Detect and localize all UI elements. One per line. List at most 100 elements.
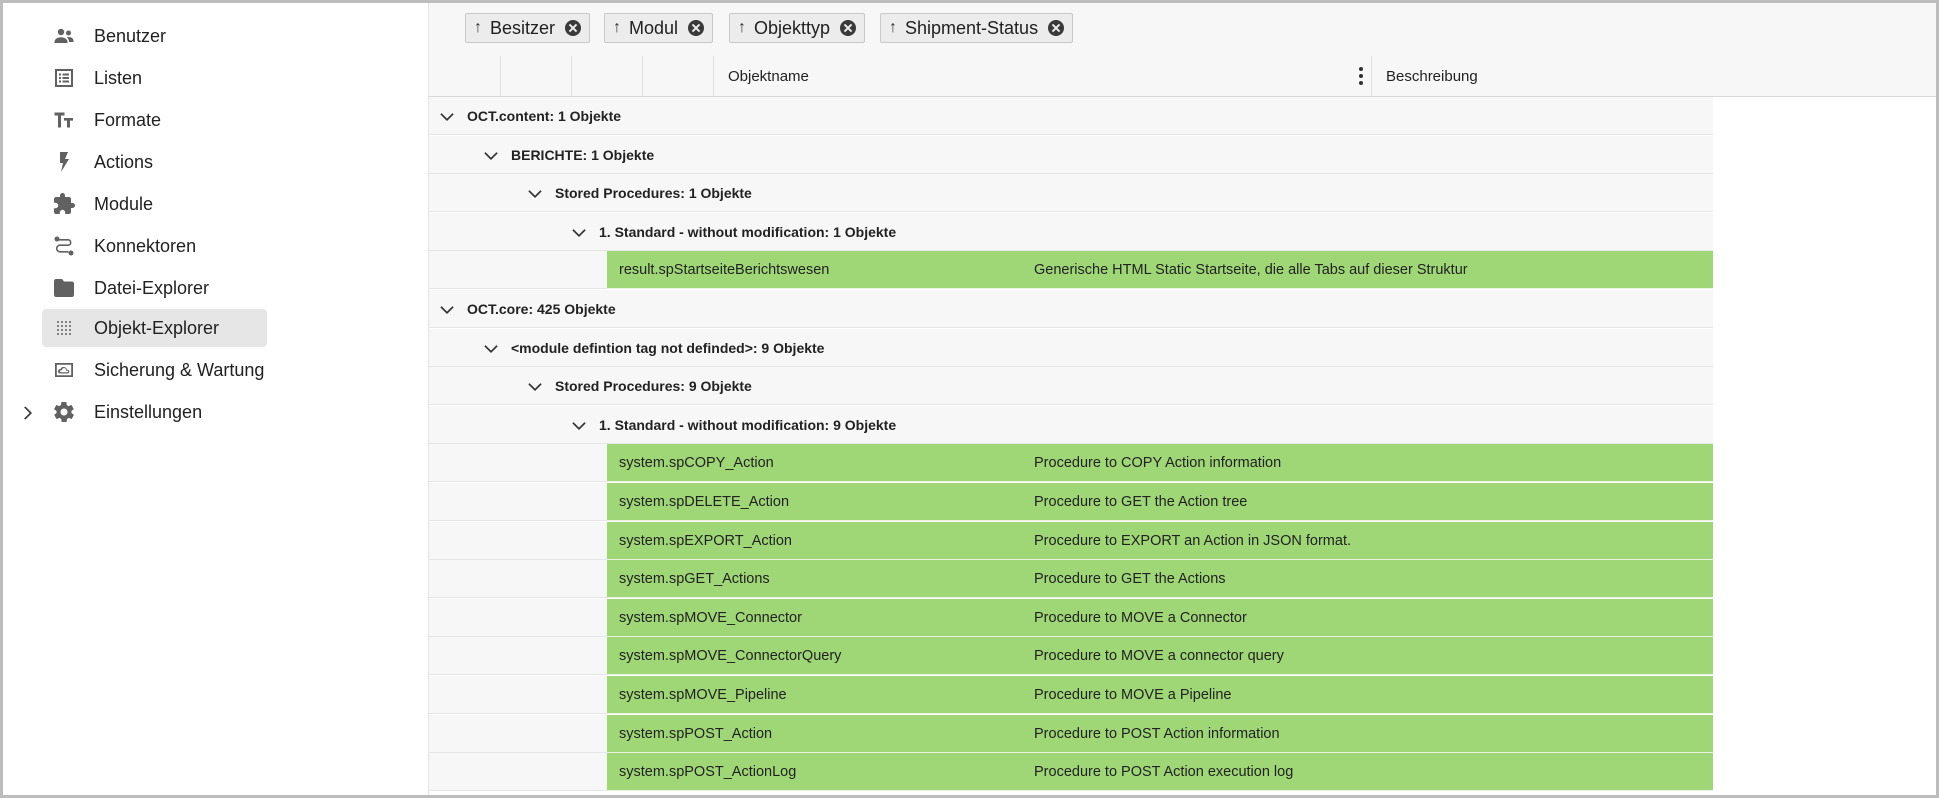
sidebar-item-listen[interactable]: Listen — [42, 59, 267, 97]
cell-beschreibung: Procedure to GET the Actions — [1034, 571, 1226, 588]
cell-objektname: system.spEXPORT_Action — [619, 532, 792, 549]
table-row[interactable]: system.spPOST_ActionLog Procedure to POST… — [429, 753, 1713, 792]
sidebar-item-label: Listen — [94, 67, 143, 88]
sidebar-item-datei-explorer[interactable]: Datei-Explorer — [42, 269, 267, 307]
group-row[interactable]: OCT.core: 425 Objekte — [429, 290, 1713, 328]
group-by-chip-bar: ↑ Besitzer ↑ Modul ↑ Objekttyp ↑ Shipmen… — [429, 3, 1936, 57]
grid-header: Objektname Beschreibung — [429, 56, 1936, 97]
cell-beschreibung: Procedure to EXPORT an Action in JSON fo… — [1034, 532, 1351, 549]
cell-objektname: system.spDELETE_Action — [619, 494, 790, 510]
table-row[interactable]: system.spGET_Actions Procedure to GET the… — [429, 560, 1713, 599]
object-explorer-panel: ↑ Besitzer ↑ Modul ↑ Objekttyp ↑ Shipmen… — [429, 3, 1936, 795]
bolt-icon — [52, 150, 76, 174]
cell-beschreibung: Procedure to MOVE a connector query — [1034, 648, 1284, 665]
sidebar-item-label: Datei-Explorer — [94, 277, 210, 298]
arrow-up-icon: ↑ — [889, 19, 897, 36]
table-row[interactable]: system.spPOST_Action Procedure to POST Ac… — [429, 714, 1713, 753]
chip-besitzer[interactable]: ↑ Besitzer — [465, 13, 591, 43]
cell-beschreibung: Procedure to MOVE a Connector — [1034, 609, 1247, 626]
chip-label: Shipment-Status — [905, 17, 1039, 38]
gear-icon — [52, 400, 76, 424]
cell-objektname: system.spPOST_Action — [619, 725, 773, 742]
chevron-down-icon[interactable] — [481, 145, 501, 165]
chevron-down-icon[interactable] — [481, 338, 501, 358]
table-row[interactable]: system.spEXPORT_Action Procedure to EXPOR… — [429, 521, 1713, 560]
sidebar-item-label: Sicherung & Wartung — [94, 359, 265, 380]
table-row[interactable]: system.spCOPY_Action Procedure to COPY Ac… — [429, 444, 1713, 483]
header-cell-group-2[interactable] — [501, 56, 572, 96]
group-row[interactable]: OCT.content: 1 Objekte — [429, 97, 1713, 135]
group-row[interactable]: Stored Procedures: 9 Objekte — [429, 367, 1713, 406]
sidebar-item-einstellungen[interactable]: Einstellungen — [42, 393, 267, 431]
chevron-down-icon[interactable] — [569, 222, 589, 242]
close-icon[interactable] — [1048, 20, 1065, 36]
group-row[interactable]: 1. Standard - without modification: 9 Ob… — [429, 405, 1713, 444]
group-row-label: Stored Procedures: 9 Objekte — [555, 378, 752, 395]
sidebar-item-module[interactable]: Module — [42, 185, 267, 223]
table-row[interactable]: result.spStartseiteBerichtswesen Generisc… — [429, 251, 1713, 290]
sidebar-item-label: Module — [94, 193, 154, 214]
group-row-label: <module defintion tag not definded>: 9 O… — [511, 339, 825, 356]
group-row[interactable]: BERICHTE: 1 Objekte — [429, 135, 1713, 174]
header-label: Objektname — [728, 67, 809, 85]
header-cell-group-3[interactable] — [572, 56, 643, 96]
chip-objekttyp[interactable]: ↑ Objekttyp — [729, 13, 866, 43]
sidebar: Benutzer Listen Formate Actions Module K… — [3, 3, 429, 795]
backup-icon — [52, 358, 76, 382]
cell-beschreibung: Procedure to POST Action information — [1034, 725, 1280, 742]
expand-chevron-icon[interactable] — [17, 403, 37, 423]
chevron-down-icon[interactable] — [569, 415, 589, 435]
text-format-icon — [52, 108, 76, 132]
sidebar-item-sicherung-wartung[interactable]: Sicherung & Wartung — [42, 351, 267, 389]
sidebar-item-label: Benutzer — [94, 25, 167, 46]
arrow-up-icon: ↑ — [474, 19, 482, 36]
sidebar-item-konnektoren[interactable]: Konnektoren — [42, 227, 267, 265]
chip-modul[interactable]: ↑ Modul — [604, 13, 714, 43]
list-icon — [52, 66, 76, 90]
grid-dots-icon — [52, 316, 76, 340]
group-row[interactable]: Stored Procedures: 1 Objekte — [429, 174, 1713, 213]
cell-objektname: result.spStartseiteBerichtswesen — [619, 262, 830, 279]
chevron-down-icon[interactable] — [525, 376, 545, 396]
sidebar-item-label: Einstellungen — [94, 401, 203, 422]
table-row[interactable]: system.spMOVE_ConnectorQuery Procedure to… — [429, 637, 1713, 676]
group-row[interactable]: 1. Standard - without modification: 1 Ob… — [429, 212, 1713, 251]
sidebar-item-actions[interactable]: Actions — [42, 143, 267, 181]
close-icon[interactable] — [688, 20, 705, 36]
chip-label: Objekttyp — [754, 17, 831, 38]
cell-objektname: system.spMOVE_Connector — [619, 609, 802, 626]
group-row-label: OCT.core: 425 Objekte — [467, 301, 616, 317]
close-icon[interactable] — [840, 20, 857, 36]
sidebar-item-label: Formate — [94, 109, 162, 130]
sidebar-item-label: Konnektoren — [94, 235, 197, 256]
column-menu-icon[interactable] — [1359, 67, 1363, 85]
header-cell-group-1[interactable] — [429, 56, 501, 96]
cell-beschreibung: Procedure to GET the Action tree — [1034, 494, 1248, 510]
table-row[interactable]: system.spMOVE_Pipeline Procedure to MOVE … — [429, 676, 1713, 714]
puzzle-icon — [52, 192, 76, 216]
sidebar-item-objekt-explorer[interactable]: Objekt-Explorer — [42, 309, 267, 347]
cell-objektname: system.spPOST_ActionLog — [619, 764, 797, 781]
folder-icon — [52, 276, 76, 300]
cell-beschreibung: Procedure to POST Action execution log — [1034, 764, 1294, 781]
app-window: Benutzer Listen Formate Actions Module K… — [0, 0, 1939, 798]
header-cell-group-4[interactable] — [643, 56, 714, 96]
chip-label: Besitzer — [490, 17, 556, 38]
chevron-down-icon[interactable] — [525, 183, 545, 203]
close-icon[interactable] — [565, 20, 582, 36]
group-row-label: 1. Standard - without modification: 9 Ob… — [599, 416, 897, 433]
group-row-label: OCT.content: 1 Objekte — [467, 108, 622, 124]
chip-shipment-status[interactable]: ↑ Shipment-Status — [880, 13, 1074, 43]
table-row[interactable]: system.spDELETE_Action Procedure to GET t… — [429, 483, 1713, 521]
group-row-label: 1. Standard - without modification: 1 Ob… — [599, 223, 897, 240]
group-row[interactable]: <module defintion tag not definded>: 9 O… — [429, 328, 1713, 367]
sidebar-item-formate[interactable]: Formate — [42, 101, 267, 139]
header-objektname[interactable]: Objektname — [714, 56, 1372, 96]
arrow-up-icon: ↑ — [738, 19, 746, 36]
group-row-label: Stored Procedures: 1 Objekte — [555, 185, 752, 202]
table-row[interactable]: system.spMOVE_Connector Procedure to MOVE… — [429, 598, 1713, 637]
sidebar-item-benutzer[interactable]: Benutzer — [42, 17, 267, 55]
header-beschreibung[interactable]: Beschreibung — [1372, 56, 1936, 96]
chevron-down-icon[interactable] — [437, 299, 457, 319]
chevron-down-icon[interactable] — [437, 106, 457, 126]
